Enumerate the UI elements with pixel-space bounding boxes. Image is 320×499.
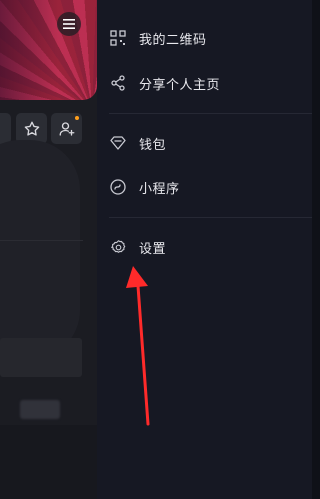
menu-item-label: 钱包 xyxy=(139,137,167,153)
banner-overlay xyxy=(0,0,97,100)
divider xyxy=(0,240,83,241)
wallet-icon xyxy=(109,134,127,152)
menu-button[interactable] xyxy=(57,12,81,36)
menu-item-label: 设置 xyxy=(139,241,167,257)
menu-divider xyxy=(109,217,312,218)
mini-program-icon xyxy=(109,178,127,196)
qr-code-icon xyxy=(109,29,127,47)
add-friend-button[interactable] xyxy=(51,113,82,144)
blurred-chip xyxy=(20,400,60,419)
menu-item-wallet[interactable]: 钱包 xyxy=(97,124,312,162)
star-icon xyxy=(24,121,39,136)
dimmed-content-block xyxy=(0,338,82,377)
menu-divider xyxy=(109,113,312,114)
menu-item-share-profile[interactable]: 分享个人主页 xyxy=(97,64,312,102)
menu-item-qr-code[interactable]: 我的二维码 xyxy=(97,19,312,57)
menu-item-mini-program[interactable]: 小程序 xyxy=(97,168,312,206)
partial-action-button[interactable] xyxy=(0,113,11,144)
bottom-area xyxy=(0,425,97,499)
share-icon xyxy=(109,74,127,92)
menu-item-settings[interactable]: 设置 xyxy=(97,228,312,266)
notification-dot xyxy=(75,116,79,120)
add-friend-icon xyxy=(59,121,74,136)
side-drawer-menu: 我的二维码 分享个人主页 钱包 小程序 设置 xyxy=(97,0,312,499)
settings-gear-icon xyxy=(109,238,127,256)
menu-item-label: 分享个人主页 xyxy=(139,77,221,93)
menu-icon xyxy=(63,19,75,29)
avatar-shadow xyxy=(0,140,80,360)
profile-page-dimmed[interactable] xyxy=(0,0,97,499)
menu-item-label: 我的二维码 xyxy=(139,32,207,48)
menu-item-label: 小程序 xyxy=(139,181,180,197)
